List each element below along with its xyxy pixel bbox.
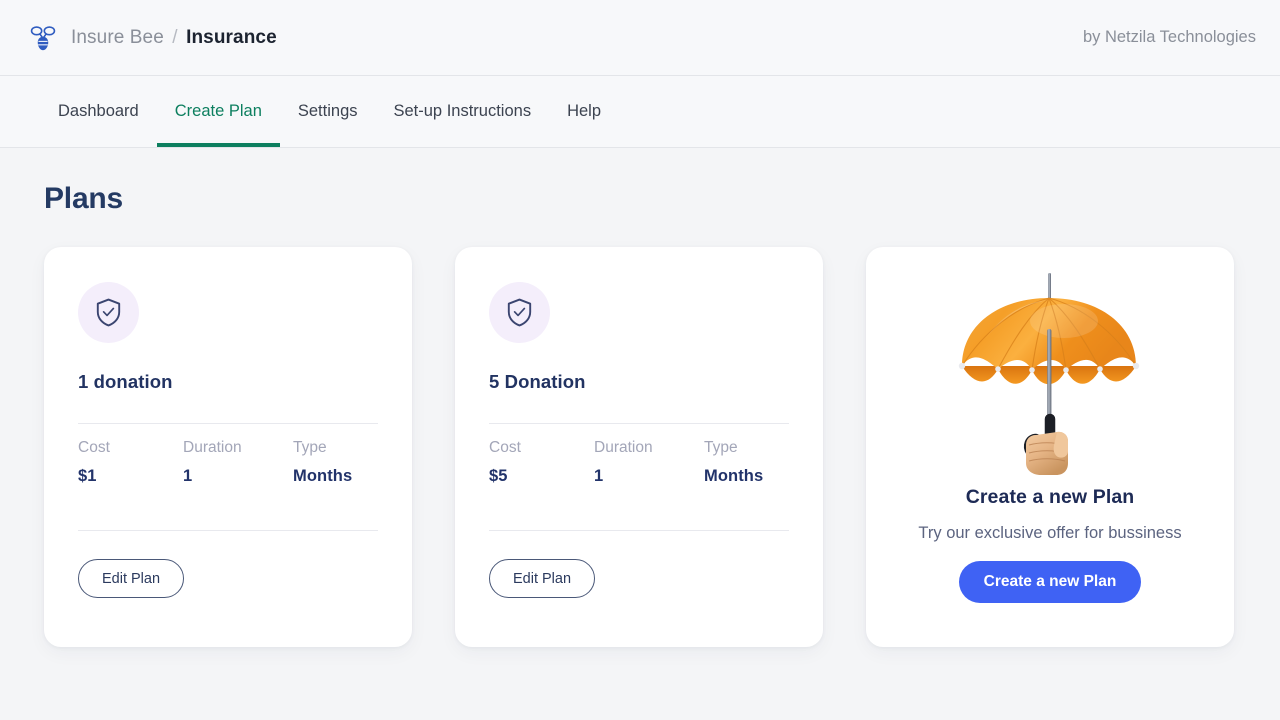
plan-spec-row: Cost $5 Duration 1 Type Months bbox=[489, 424, 789, 500]
plan-icon-badge bbox=[78, 282, 139, 343]
plan-divider-bottom bbox=[78, 530, 378, 531]
edit-plan-button[interactable]: Edit Plan bbox=[489, 559, 596, 598]
plan-spec-cost: Cost $1 bbox=[78, 439, 183, 486]
tab-help-label: Help bbox=[567, 102, 602, 120]
page-title: Plans bbox=[44, 182, 124, 215]
shield-check-icon bbox=[507, 298, 532, 327]
orange-umbrella-in-hand-image bbox=[958, 273, 1140, 475]
tab-dashboard[interactable]: Dashboard bbox=[44, 76, 157, 147]
plan-spec-cost-label: Cost bbox=[78, 439, 110, 456]
page-content: Plans 1 donation Cost $1 Duration 1 Type… bbox=[0, 182, 1280, 647]
shield-check-icon bbox=[96, 298, 121, 327]
tab-settings[interactable]: Settings bbox=[280, 76, 376, 147]
tab-create-plan[interactable]: Create Plan bbox=[156, 76, 281, 147]
plan-icon-badge bbox=[489, 282, 550, 343]
breadcrumb-last: Insurance bbox=[186, 26, 277, 48]
hand-grip bbox=[1026, 431, 1068, 475]
promo-title: Create a new Plan bbox=[965, 486, 1135, 508]
breadcrumb-separator: / bbox=[172, 26, 178, 48]
plan-spec-duration-value: 1 bbox=[594, 467, 604, 485]
byline: by Netzila Technologies bbox=[1082, 28, 1256, 46]
plan-spec-duration-value: 1 bbox=[183, 467, 193, 485]
bee-icon bbox=[30, 25, 56, 50]
plan-divider-bottom bbox=[489, 530, 789, 531]
plan-spec-duration-label: Duration bbox=[183, 439, 242, 456]
breadcrumb-first[interactable]: Insure Bee bbox=[71, 27, 164, 48]
tab-help[interactable]: Help bbox=[549, 76, 619, 147]
plan-spec-type: Type Months bbox=[293, 439, 352, 486]
tab-dashboard-label: Dashboard bbox=[58, 102, 139, 120]
edit-plan-button[interactable]: Edit Plan bbox=[78, 559, 185, 598]
plan-spec-type-label: Type bbox=[704, 439, 738, 456]
plan-spec-duration: Duration 1 bbox=[594, 439, 704, 486]
breadcrumb: Insure Bee / Insurance bbox=[71, 27, 277, 49]
plan-name: 1 donation bbox=[78, 371, 173, 392]
plan-spec-duration-label: Duration bbox=[594, 439, 653, 456]
plan-spec-cost-label: Cost bbox=[489, 439, 521, 456]
top-bar: Insure Bee / Insurance by Netzila Techno… bbox=[0, 0, 1280, 76]
tab-create-plan-label: Create Plan bbox=[174, 102, 262, 120]
plans-card-grid: 1 donation Cost $1 Duration 1 Type Month… bbox=[44, 247, 1236, 647]
plan-spec-cost-value: $5 bbox=[489, 467, 508, 485]
promo-subtitle: Try our exclusive offer for bussiness bbox=[918, 524, 1182, 542]
nav-tabs: Dashboard Create Plan Settings Set-up In… bbox=[0, 76, 1280, 148]
plan-spec-type-value: Months bbox=[704, 467, 764, 485]
plan-spec-type-value: Months bbox=[293, 467, 353, 485]
create-plan-promo-card[interactable]: Create a new Plan Try our exclusive offe… bbox=[866, 247, 1234, 647]
tab-setup-instructions[interactable]: Set-up Instructions bbox=[376, 76, 550, 147]
plan-spec-type-label: Type bbox=[293, 439, 327, 456]
tab-setup-instructions-label: Set-up Instructions bbox=[393, 102, 532, 120]
plan-spec-duration: Duration 1 bbox=[183, 439, 293, 486]
tab-settings-label: Settings bbox=[297, 102, 358, 120]
create-new-plan-button[interactable]: Create a new Plan bbox=[958, 561, 1142, 603]
plan-name: 5 Donation bbox=[489, 371, 586, 392]
plan-spec-cost: Cost $5 bbox=[489, 439, 594, 486]
plan-spec-row: Cost $1 Duration 1 Type Months bbox=[78, 424, 378, 500]
plan-card[interactable]: 1 donation Cost $1 Duration 1 Type Month… bbox=[44, 247, 412, 647]
plan-spec-type: Type Months bbox=[704, 439, 763, 486]
umbrella-illustration bbox=[944, 269, 1156, 477]
plan-card[interactable]: 5 Donation Cost $5 Duration 1 Type Month… bbox=[455, 247, 823, 647]
plan-spec-cost-value: $1 bbox=[78, 467, 97, 485]
brand[interactable]: Insure Bee / Insurance bbox=[28, 23, 277, 53]
